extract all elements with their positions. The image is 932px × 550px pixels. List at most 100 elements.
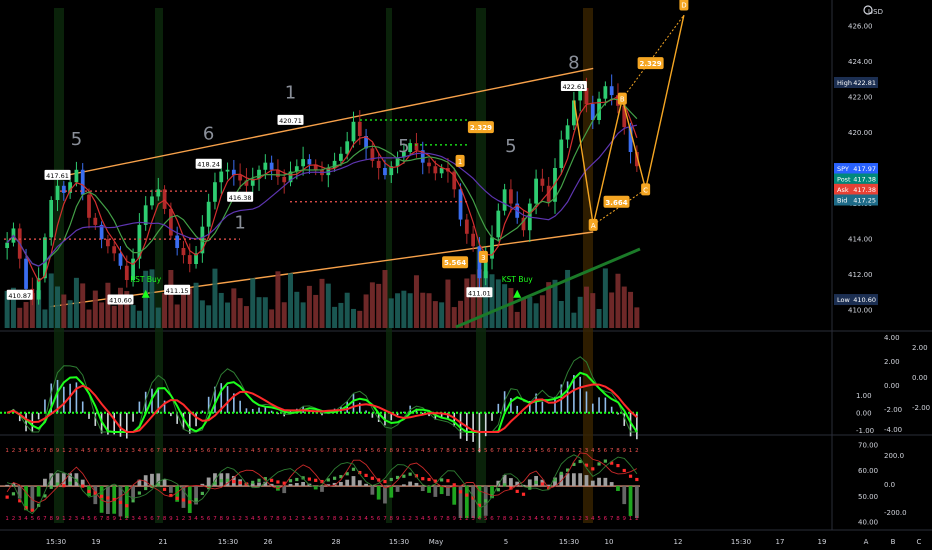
volume-bar (313, 294, 319, 328)
osc-histogram-bar (119, 412, 122, 437)
td-bar (301, 481, 305, 487)
td-count: 8 (503, 516, 507, 522)
td-count: 4 (478, 516, 482, 522)
osc-histogram-bar (591, 403, 594, 413)
td-count: 4 (534, 516, 538, 522)
wave-point-label: 3 (481, 254, 485, 262)
volume-bar (99, 302, 105, 328)
td-count: 1 (572, 448, 576, 454)
td-count: 9 (509, 448, 513, 454)
td-count: 6 (264, 516, 268, 522)
price-label: 410.60 (109, 297, 132, 305)
td-count: 7 (553, 448, 557, 454)
wave-label: 8 (568, 52, 579, 73)
td-count: 1 (175, 516, 179, 522)
candle-body (118, 253, 123, 266)
td-count: 1 (5, 448, 9, 454)
osc-histogram-bar (258, 407, 260, 413)
session-band (386, 8, 392, 523)
candle-body (351, 121, 356, 142)
session-band (155, 8, 163, 523)
td-step-dot (332, 476, 337, 480)
volume-bar (451, 307, 457, 328)
td-count: 6 (434, 448, 438, 454)
side-label-name: Post (837, 176, 851, 184)
trading-chart[interactable]: 410.87417.61410.60411.15418.24416.38420.… (0, 0, 932, 550)
candle-body (376, 160, 381, 168)
td-count: 7 (157, 448, 161, 454)
td-count: 8 (446, 516, 450, 522)
td-count: 1 (629, 448, 633, 454)
td-bar (351, 476, 356, 487)
volume-bar (130, 305, 136, 328)
td-count: 5 (597, 448, 601, 454)
td-tick-inner: 0.0 (884, 481, 895, 489)
volume-bar (325, 283, 331, 328)
candle-body (307, 159, 312, 165)
td-step-dot (288, 479, 293, 483)
td-count: 8 (560, 516, 564, 522)
td-step-dot (628, 474, 633, 478)
td-count: 6 (150, 448, 154, 454)
fib-badge-label: 2.329 (640, 60, 662, 68)
candle-body (162, 189, 167, 209)
td-count: 5 (87, 516, 91, 522)
td-bar (628, 486, 633, 516)
td-step-dot (622, 468, 626, 473)
td-count: 5 (201, 516, 205, 522)
td-bar (36, 486, 41, 497)
volume-bar (539, 295, 545, 328)
time-tick: 28 (332, 538, 341, 546)
td-bar (206, 477, 211, 487)
volume-bar (363, 294, 369, 328)
td-step-dot (232, 479, 236, 484)
time-tick: B (891, 538, 896, 546)
td-count: 6 (37, 516, 41, 522)
td-count: 5 (257, 448, 261, 454)
candle-body (263, 162, 268, 170)
price-label: 420.71 (279, 117, 302, 125)
td-step-dot (137, 491, 141, 495)
td-step-dot (364, 473, 368, 478)
td-bar (414, 482, 419, 487)
td-bar (168, 486, 173, 493)
time-tick: 19 (92, 538, 101, 546)
candle-body (383, 168, 387, 176)
td-step-dot (452, 483, 456, 487)
td-bar (433, 486, 438, 497)
td-bar (427, 486, 431, 493)
candle-body (206, 201, 211, 227)
wave-point-label: D (681, 1, 686, 9)
td-count: 8 (390, 448, 394, 454)
td-count: 1 (345, 516, 349, 522)
td-count: 5 (144, 448, 148, 454)
td-step-dot (603, 459, 607, 463)
osc-histogram-bar (598, 397, 600, 413)
td-count: 4 (194, 516, 198, 522)
volume-bar (382, 270, 388, 328)
td-count: 8 (219, 448, 223, 454)
td-step-dot (219, 479, 223, 483)
td-count: 3 (471, 448, 475, 454)
td-count: 9 (339, 516, 343, 522)
osc-tick-outer: 2.00 (912, 344, 928, 352)
candle-body (439, 168, 444, 174)
osc-histogram-bar (81, 401, 84, 413)
td-count: 4 (364, 516, 368, 522)
volume-bar (155, 307, 161, 328)
osc-tick-right: -2.00 (884, 406, 902, 414)
td-count: 9 (226, 448, 230, 454)
osc-histogram-bar (566, 381, 569, 413)
volume-bar (319, 278, 325, 328)
td-tick-inner: 200.0 (884, 452, 904, 460)
volume-bar (407, 293, 413, 328)
volume-bar (193, 282, 199, 328)
candle-body (49, 200, 54, 238)
osc-histogram-bar (170, 412, 172, 417)
td-count: 2 (125, 448, 129, 454)
td-step-dot (540, 482, 544, 486)
td-count: 4 (478, 448, 482, 454)
candle-body (464, 219, 469, 234)
td-step-dot (408, 472, 412, 476)
td-step-dot (175, 496, 179, 500)
